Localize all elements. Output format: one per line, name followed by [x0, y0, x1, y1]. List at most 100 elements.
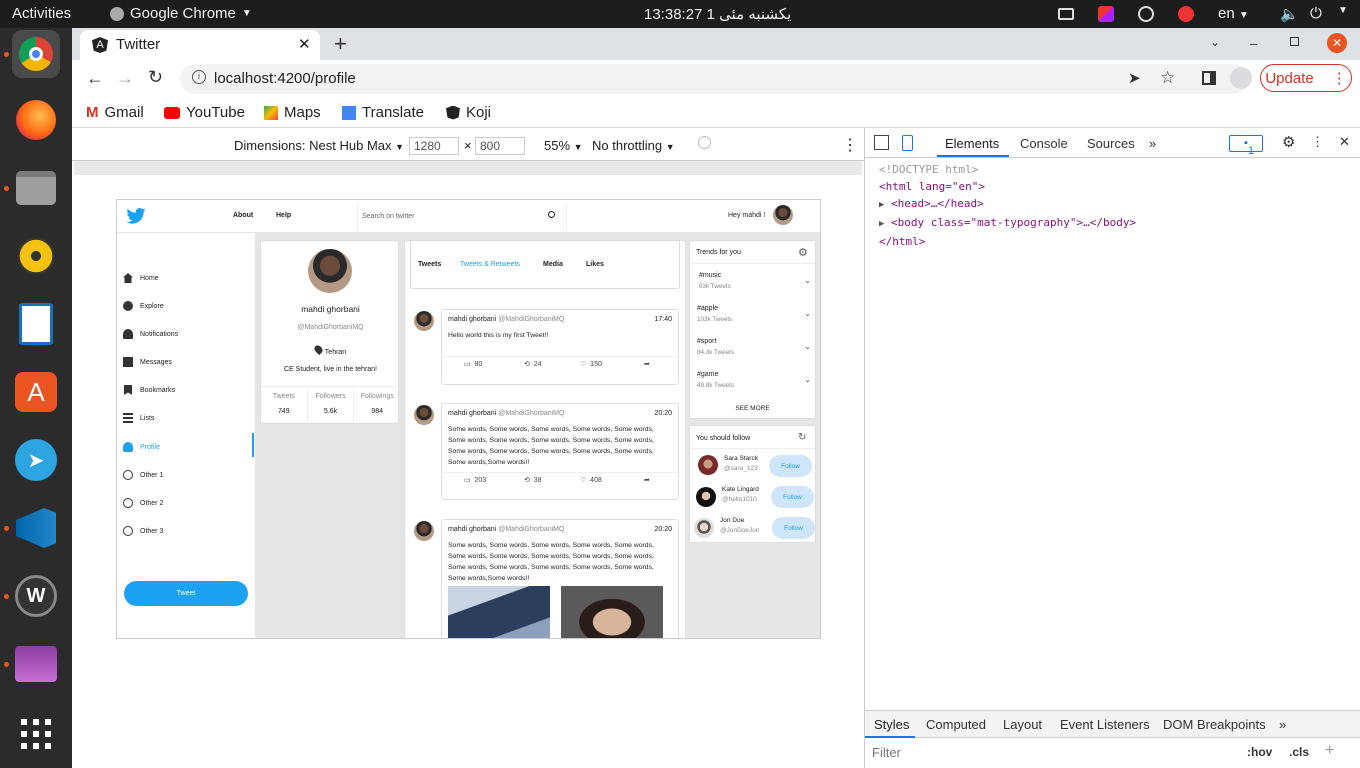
stat-followings[interactable]: Followings 984: [354, 387, 400, 424]
trend-item[interactable]: #game 49.8k Tweets ⌄: [697, 371, 811, 389]
close-tab-icon[interactable]: ✕: [298, 35, 311, 53]
tweet-media-image[interactable]: [448, 586, 550, 638]
html-node[interactable]: <html lang="en">: [879, 178, 1136, 195]
expand-triangle-icon[interactable]: ▶: [879, 200, 884, 210]
nav-notifications[interactable]: Notifications: [123, 329, 178, 339]
chevron-down-icon[interactable]: ⌄: [804, 309, 811, 318]
stat-followers[interactable]: Followers 5.6k: [308, 387, 355, 424]
tab-styles[interactable]: Styles: [874, 717, 909, 732]
see-more-link[interactable]: SEE MORE: [690, 405, 815, 412]
tab-layout[interactable]: Layout: [1003, 717, 1042, 732]
search-box[interactable]: Search on twitter: [357, 204, 567, 230]
tray-w-icon[interactable]: [1138, 6, 1154, 22]
expand-triangle-icon[interactable]: ▶: [879, 219, 884, 229]
head-node[interactable]: ▶ <head>…</head>: [879, 195, 1136, 214]
hov-toggle[interactable]: :hov: [1247, 745, 1272, 759]
about-link[interactable]: About: [233, 212, 253, 219]
tab-tweets[interactable]: Tweets: [418, 261, 441, 268]
back-icon[interactable]: ←: [86, 68, 104, 89]
twitter-logo-icon[interactable]: [126, 208, 146, 224]
nav-bookmarks[interactable]: Bookmarks: [123, 385, 175, 395]
chevron-down-icon[interactable]: ⌄: [804, 375, 811, 384]
chevron-down-icon[interactable]: ▼: [1338, 5, 1348, 16]
nav-other-2[interactable]: Other 2: [123, 498, 163, 508]
update-button[interactable]: Update ⋮: [1260, 64, 1352, 92]
tweet-card[interactable]: mahdi ghorbani @MahdiGhorbaniMQ 17:40 He…: [441, 309, 679, 385]
rotate-icon[interactable]: [698, 136, 711, 149]
send-icon[interactable]: ➤: [1128, 69, 1141, 87]
close-window-icon[interactable]: ✕: [1327, 33, 1347, 53]
more-tabs-icon[interactable]: »: [1279, 717, 1286, 732]
width-input[interactable]: 1280: [409, 137, 459, 155]
user-avatar[interactable]: [694, 518, 714, 538]
follow-button[interactable]: Follow: [769, 455, 812, 477]
filter-input[interactable]: Filter: [872, 745, 901, 760]
follow-button[interactable]: Follow: [771, 486, 814, 508]
tweet-avatar[interactable]: [414, 521, 434, 541]
activities-button[interactable]: Activities: [12, 5, 71, 22]
show-apps-icon[interactable]: [12, 710, 60, 758]
tray-stop-icon[interactable]: [1178, 6, 1194, 22]
follow-button[interactable]: Follow: [772, 517, 815, 539]
files-icon[interactable]: [12, 164, 60, 212]
tweet-media-image[interactable]: [561, 586, 663, 638]
trend-item[interactable]: #sport 84.3k Tweets ⌄: [697, 338, 811, 356]
new-tab-icon[interactable]: +: [334, 31, 347, 57]
reload-icon[interactable]: ↻: [148, 67, 163, 88]
bookmark-maps[interactable]: Maps: [264, 104, 321, 121]
body-node[interactable]: ▶ <body class="mat-typography">…</body>: [879, 214, 1136, 233]
windscribe-icon[interactable]: W: [12, 572, 60, 620]
tab-sources[interactable]: Sources: [1087, 136, 1135, 151]
minimize-icon[interactable]: –: [1250, 36, 1257, 51]
like-button[interactable]: ♡ 150: [580, 360, 644, 368]
tab-twitter[interactable]: A Twitter ✕: [80, 30, 320, 60]
tweet-card[interactable]: mahdi ghorbani @MahdiGhorbaniMQ 20:20 So…: [441, 519, 679, 638]
search-icon[interactable]: [548, 211, 555, 218]
zoom-select[interactable]: 55% ▼: [544, 138, 583, 153]
suggested-user[interactable]: Jon Doe @JonDoeJon: [720, 517, 759, 534]
tab-likes[interactable]: Likes: [586, 261, 604, 268]
tweet-card[interactable]: mahdi ghorbani @MahdiGhorbaniMQ 20:20 So…: [441, 403, 679, 500]
tab-computed[interactable]: Computed: [926, 717, 986, 732]
nav-profile[interactable]: Profile: [123, 442, 160, 452]
throttle-select[interactable]: No throttling ▼: [592, 138, 675, 153]
nav-messages[interactable]: Messages: [123, 357, 172, 367]
chevron-down-icon[interactable]: ⌄: [804, 342, 811, 351]
tweet-button[interactable]: Tweet: [124, 581, 248, 606]
trend-item[interactable]: #apple 103k Tweets ⌄: [697, 305, 811, 323]
chrome-dock-icon[interactable]: [12, 30, 60, 78]
suggested-user[interactable]: Kate Lingard @hello1010: [722, 486, 759, 503]
nav-other-3[interactable]: Other 3: [123, 526, 163, 536]
bookmark-translate[interactable]: Translate: [342, 104, 424, 121]
restore-icon[interactable]: [1290, 37, 1299, 46]
close-devtools-icon[interactable]: ✕: [1339, 134, 1350, 150]
search-input[interactable]: Search on twitter: [362, 213, 415, 220]
nav-explore[interactable]: Explore: [123, 301, 164, 311]
issues-badge[interactable]: ▪ 1: [1229, 135, 1263, 157]
tab-console[interactable]: Console: [1020, 136, 1068, 151]
app-menu[interactable]: Google Chrome ▼: [110, 5, 252, 22]
settings-gear-icon[interactable]: ⚙: [1282, 133, 1295, 151]
bookmark-star-icon[interactable]: ☆: [1160, 68, 1175, 88]
doctype-node[interactable]: <!DOCTYPE html>: [879, 161, 1136, 178]
volume-icon[interactable]: 🔈: [1280, 5, 1299, 23]
bookmark-youtube[interactable]: YouTube: [164, 104, 245, 121]
chevron-down-icon[interactable]: ⌄: [804, 276, 811, 285]
retweet-button[interactable]: ⟲ 38: [524, 476, 580, 484]
html-close-node[interactable]: </html>: [879, 233, 1136, 250]
profile-avatar[interactable]: [308, 249, 352, 293]
user-avatar[interactable]: [698, 455, 718, 475]
nav-other-1[interactable]: Other 1: [123, 470, 163, 480]
tab-search-icon[interactable]: ⌄: [1210, 35, 1220, 49]
settings-gear-icon[interactable]: ⚙: [798, 246, 808, 259]
forward-icon[interactable]: →: [116, 68, 134, 89]
trend-item[interactable]: 63k Tweets#music63k Tweets⌄: [699, 272, 811, 290]
bookmark-gmail[interactable]: M Gmail: [86, 104, 144, 121]
tab-media[interactable]: Media: [543, 261, 563, 268]
retweet-button[interactable]: ⟲ 24: [524, 360, 580, 368]
tab-elements[interactable]: Elements: [945, 136, 999, 151]
telegram-icon[interactable]: ➤: [12, 436, 60, 484]
nav-home[interactable]: Home: [123, 273, 159, 283]
site-info-icon[interactable]: i: [192, 70, 206, 84]
address-bar[interactable]: i localhost:4200/profile ➤ ☆: [180, 64, 1248, 94]
